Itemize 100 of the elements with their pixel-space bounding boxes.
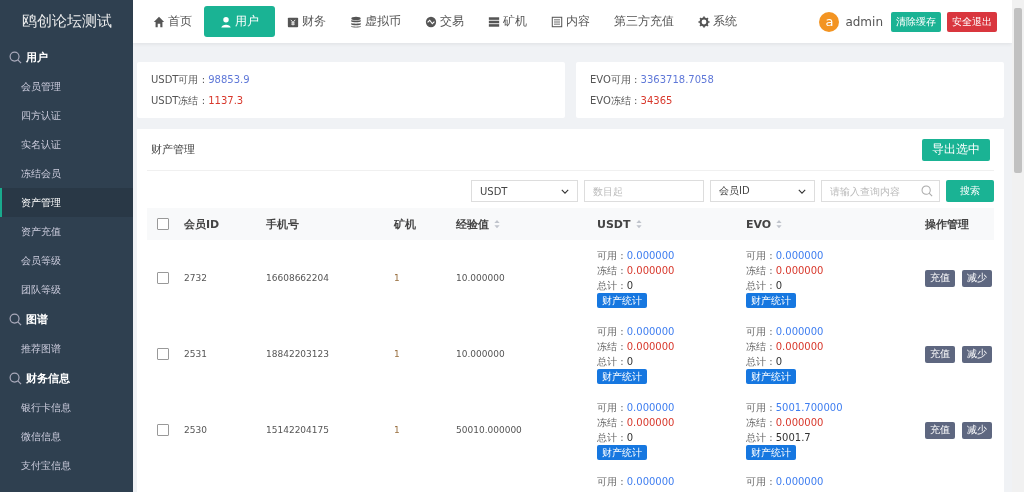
sidebar-item[interactable]: 冻结会员	[0, 159, 133, 188]
sidebar-item[interactable]: 四方认证	[0, 101, 133, 130]
available-amount-text: 可用 : 0.000000	[597, 249, 675, 263]
sidebar-item[interactable]: 资产充值	[0, 217, 133, 246]
home-icon	[153, 15, 165, 28]
available-amount-text: 可用 : 0.000000	[597, 475, 675, 489]
table-cell: 2732	[184, 273, 207, 283]
column-header: 会员ID	[184, 216, 220, 232]
total-amount-text: 总计 : 0	[746, 355, 783, 369]
logout-button[interactable]: 安全退出	[947, 11, 997, 32]
select-all-checkbox[interactable]	[157, 218, 169, 230]
scrollbar[interactable]	[1012, 0, 1024, 492]
table-cell: 1	[394, 425, 400, 435]
search-icon	[9, 371, 22, 385]
column-header[interactable]: USDT	[597, 217, 642, 231]
stats-button[interactable]: 财产统计	[597, 293, 647, 308]
available-balance-text: USDT可用 : 98853.9	[151, 72, 251, 87]
recharge-button[interactable]: 充值	[925, 269, 955, 287]
search-icon	[9, 312, 22, 326]
sidebar-item[interactable]: 团队等级	[0, 275, 133, 304]
server-icon	[488, 15, 500, 28]
reduce-button[interactable]: 减少	[962, 269, 992, 287]
sidebar-group-title[interactable]: 图谱	[26, 311, 48, 327]
field-select[interactable]: 会员ID	[710, 180, 815, 202]
total-amount-text: 总计 : 0	[597, 279, 634, 293]
available-amount-text: 可用 : 0.000000	[597, 401, 675, 415]
sort-icon[interactable]	[494, 219, 500, 229]
total-amount-text: 总计 : 5001.7	[746, 431, 811, 445]
sidebar-item[interactable]: 支付宝信息	[0, 451, 133, 480]
nav-tab[interactable]: 第三方充值	[602, 6, 686, 37]
nav-tab[interactable]: 内容	[539, 6, 602, 37]
column-header: 矿机	[394, 216, 416, 232]
stats-button[interactable]: 财产统计	[746, 445, 796, 460]
nav-tab[interactable]: 系统	[686, 6, 749, 37]
sort-icon[interactable]	[635, 219, 642, 229]
available-amount-text: 可用 : 0.000000	[746, 475, 824, 489]
stats-button[interactable]: 财产统计	[746, 293, 796, 308]
sidebar-group-title[interactable]: 用户	[26, 49, 48, 65]
frozen-amount-text: 冻结 : 0.000000	[746, 340, 824, 354]
search-icon	[9, 50, 22, 64]
table-cell: 16608662204	[266, 273, 329, 283]
table-cell: 10.000000	[456, 349, 505, 359]
user-name: admin	[845, 14, 883, 29]
nav-tab[interactable]: 虚拟币	[338, 6, 413, 37]
sidebar-item[interactable]: 实名认证	[0, 130, 133, 159]
sort-icon[interactable]	[776, 219, 783, 229]
available-amount-text: 可用 : 0.000000	[746, 249, 824, 263]
available-balance-text: EVO可用 : 3363718.7058	[590, 72, 715, 87]
column-header[interactable]: EVO	[746, 217, 783, 231]
table-cell: 15142204175	[266, 425, 329, 435]
scrollbar-thumb[interactable]	[1014, 8, 1022, 173]
nav-tab[interactable]: 矿机	[476, 6, 539, 37]
row-checkbox[interactable]	[157, 348, 169, 360]
list-icon	[551, 15, 563, 28]
total-amount-text: 总计 : 0	[746, 279, 783, 293]
sidebar-item[interactable]: 会员管理	[0, 72, 133, 101]
column-header: 操作管理	[925, 216, 969, 232]
recharge-button[interactable]: 充值	[925, 421, 955, 439]
column-header: 手机号	[266, 216, 299, 232]
recharge-button[interactable]: 充值	[925, 345, 955, 363]
frozen-balance-text: EVO冻结 : 34365	[590, 93, 674, 108]
column-header[interactable]: 经验值	[456, 216, 500, 232]
sidebar-group-title[interactable]: 财务信息	[26, 370, 70, 386]
amount-input[interactable]: 数目起	[584, 180, 704, 202]
yen-icon	[287, 15, 299, 28]
total-amount-text: 总计 : 0	[597, 355, 634, 369]
frozen-amount-text: 冻结 : 0.000000	[597, 340, 675, 354]
panel-title: 财产管理	[151, 142, 195, 157]
nav-tab[interactable]: 交易	[413, 6, 476, 37]
row-checkbox[interactable]	[157, 272, 169, 284]
stats-button[interactable]: 财产统计	[597, 369, 647, 384]
available-amount-text: 可用 : 5001.700000	[746, 401, 843, 415]
coin-select[interactable]: USDT	[471, 180, 578, 202]
row-checkbox[interactable]	[157, 424, 169, 436]
user-icon	[220, 15, 232, 28]
chevron-down-icon	[798, 188, 806, 194]
stats-button[interactable]: 财产统计	[746, 369, 796, 384]
coin-stack-icon	[350, 15, 362, 28]
available-amount-text: 可用 : 0.000000	[597, 325, 675, 339]
total-amount-text: 总计 : 0	[597, 431, 634, 445]
frozen-balance-text: USDT冻结 : 1137.3	[151, 93, 245, 108]
sidebar-item[interactable]: 银行卡信息	[0, 393, 133, 422]
frozen-amount-text: 冻结 : 0.000000	[597, 416, 675, 430]
sidebar-item[interactable]: 微信信息	[0, 422, 133, 451]
frozen-amount-text: 冻结 : 0.000000	[746, 264, 824, 278]
query-field[interactable]: 请输入查询内容	[821, 180, 940, 202]
reduce-button[interactable]: 减少	[962, 345, 992, 363]
wave-circle-icon	[425, 15, 437, 28]
sidebar-item[interactable]: 推荐图谱	[0, 334, 133, 363]
nav-tab[interactable]: 首页	[141, 6, 204, 37]
reduce-button[interactable]: 减少	[962, 421, 992, 439]
table-cell: 1	[394, 273, 400, 283]
sidebar-item[interactable]: 资产管理	[0, 188, 133, 217]
nav-tab[interactable]: 财务	[275, 6, 338, 37]
settings-icon	[698, 15, 710, 28]
search-icon	[921, 185, 933, 197]
sidebar-item[interactable]: 会员等级	[0, 246, 133, 275]
stats-button[interactable]: 财产统计	[597, 445, 647, 460]
app-logo-text: 鸥创论坛测试	[20, 11, 113, 32]
chevron-down-icon	[561, 188, 569, 194]
